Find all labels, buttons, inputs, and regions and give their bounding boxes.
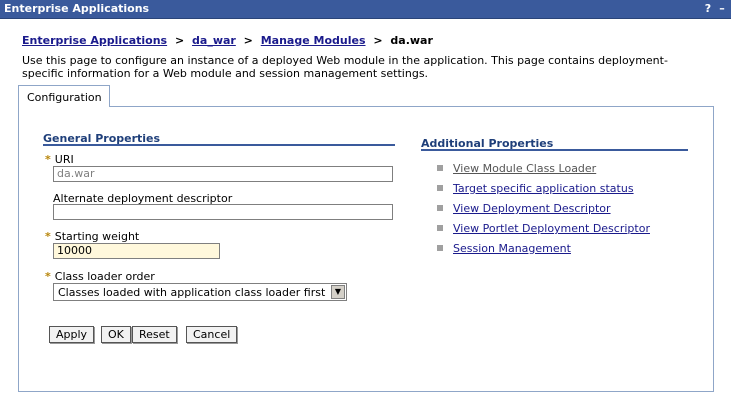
minimize-icon[interactable]: – xyxy=(716,3,728,15)
general-properties-rule xyxy=(43,144,395,146)
list-item: Session Management xyxy=(437,242,571,255)
required-marker: * xyxy=(45,270,51,283)
uri-field[interactable]: da.war xyxy=(53,166,393,182)
required-marker: * xyxy=(45,153,51,166)
window-titlebar: Enterprise Applications ? – xyxy=(0,0,731,19)
bullet-icon xyxy=(437,185,443,191)
bullet-icon xyxy=(437,205,443,211)
required-marker: * xyxy=(45,230,51,243)
uri-label: * URI xyxy=(45,153,74,166)
reset-button[interactable]: Reset xyxy=(132,326,177,343)
breadcrumb-separator: > xyxy=(373,34,383,47)
window-title: Enterprise Applications xyxy=(4,2,150,15)
starting-weight-label: * Starting weight xyxy=(45,230,140,243)
link-view-module-class-loader[interactable]: View Module Class Loader xyxy=(453,162,596,175)
ok-button[interactable]: OK xyxy=(101,326,131,343)
alt-dd-field[interactable] xyxy=(53,204,393,220)
page-description: Use this page to configure an instance o… xyxy=(22,54,668,80)
class-loader-order-select[interactable]: Classes loaded with application class lo… xyxy=(53,283,347,301)
class-loader-order-label: * Class loader order xyxy=(45,270,155,283)
breadcrumb-link-enterprise-applications[interactable]: Enterprise Applications xyxy=(22,34,167,47)
breadcrumb-current: da.war xyxy=(390,34,433,47)
cancel-button[interactable]: Cancel xyxy=(186,326,238,343)
list-item: Target specific application status xyxy=(437,182,634,195)
starting-weight-field[interactable]: 10000 xyxy=(53,243,220,259)
list-item: View Deployment Descriptor xyxy=(437,202,611,215)
breadcrumb-link-manage-modules[interactable]: Manage Modules xyxy=(261,34,366,47)
class-loader-order-value: Classes loaded with application class lo… xyxy=(58,286,326,299)
link-view-portlet-deployment-descriptor[interactable]: View Portlet Deployment Descriptor xyxy=(453,222,650,235)
bullet-icon xyxy=(437,225,443,231)
breadcrumb-separator: > xyxy=(174,34,185,47)
list-item: View Module Class Loader xyxy=(437,162,596,175)
link-view-deployment-descriptor[interactable]: View Deployment Descriptor xyxy=(453,202,611,215)
additional-properties-rule xyxy=(421,149,688,151)
chevron-down-icon[interactable]: ▼ xyxy=(331,285,345,299)
help-icon[interactable]: ? xyxy=(702,3,714,15)
tab-configuration[interactable]: Configuration xyxy=(18,85,110,107)
bullet-icon xyxy=(437,165,443,171)
breadcrumb-separator: > xyxy=(243,34,253,47)
bullet-icon xyxy=(437,245,443,251)
breadcrumb-link-da-war[interactable]: da_war xyxy=(192,34,236,47)
breadcrumb: Enterprise Applications > da_war > Manag… xyxy=(22,34,433,47)
list-item: View Portlet Deployment Descriptor xyxy=(437,222,650,235)
link-target-specific-status[interactable]: Target specific application status xyxy=(453,182,634,195)
apply-button[interactable]: Apply xyxy=(49,326,95,343)
link-session-management[interactable]: Session Management xyxy=(453,242,571,255)
